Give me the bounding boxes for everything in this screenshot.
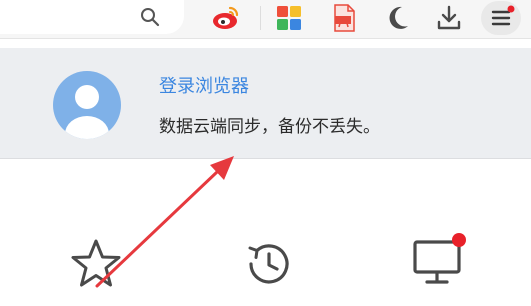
login-browser-link[interactable]: 登录浏览器 — [159, 76, 249, 98]
notification-dot — [452, 233, 466, 247]
browser-menu-page: 登录浏览器 数据云端同步，备份不丢失。 — [0, 0, 531, 306]
weibo-icon[interactable] — [211, 3, 241, 33]
search-icon[interactable] — [138, 5, 162, 29]
menu-icon — [491, 5, 515, 26]
apps-grid-icon[interactable] — [274, 3, 304, 33]
login-panel[interactable]: 登录浏览器 数据云端同步，备份不丢失。 — [0, 48, 531, 159]
menu-button[interactable] — [481, 1, 521, 35]
star-icon[interactable] — [68, 238, 124, 290]
history-icon[interactable] — [240, 236, 296, 292]
monitor-icon[interactable] — [408, 228, 472, 290]
notification-dot — [507, 5, 515, 13]
avatar[interactable] — [52, 70, 122, 140]
search-box[interactable] — [0, 0, 184, 34]
sync-description: 数据云端同步，备份不丢失。 — [159, 117, 380, 137]
night-mode-icon[interactable] — [382, 3, 412, 33]
toolbar-divider — [260, 6, 261, 30]
download-icon[interactable] — [434, 3, 464, 33]
pdf-icon[interactable] — [329, 3, 359, 33]
browser-toolbar — [0, 0, 531, 39]
